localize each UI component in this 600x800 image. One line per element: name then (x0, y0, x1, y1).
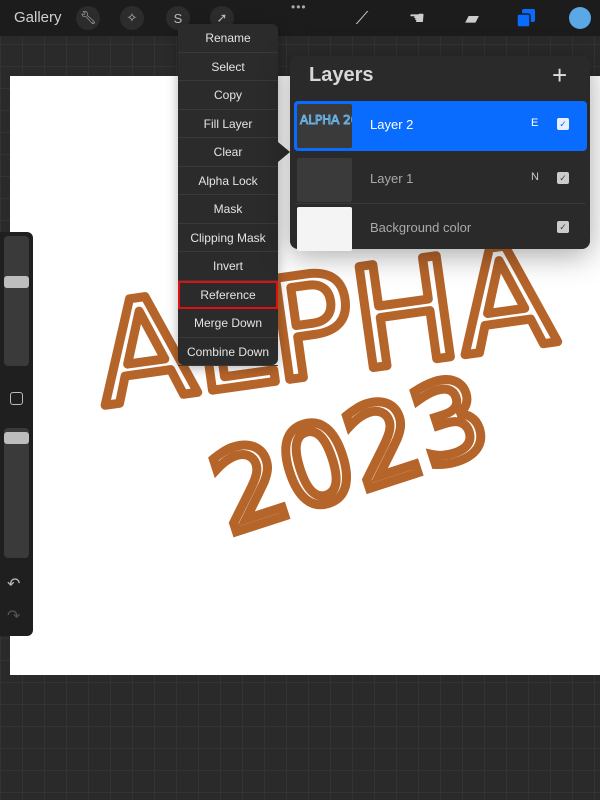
slider-thumb[interactable] (4, 276, 29, 288)
more-icon[interactable]: ••• (291, 0, 307, 14)
menu-item-mask[interactable]: Mask (178, 195, 278, 224)
layer-name: Layer 2 (370, 117, 414, 132)
menu-pointer (278, 142, 290, 162)
menu-item-combine-down[interactable]: Combine Down (178, 338, 278, 366)
menu-item-copy[interactable]: Copy (178, 81, 278, 110)
left-sidebar: ↶ ↷ (0, 232, 33, 636)
gallery-button[interactable]: Gallery (14, 9, 62, 26)
visibility-checkbox[interactable]: ✓ (557, 172, 569, 184)
menu-item-rename[interactable]: Rename (178, 24, 278, 53)
menu-item-select[interactable]: Select (178, 53, 278, 81)
wrench-icon[interactable]: 🔧︎ (76, 6, 100, 30)
layer-options-menu: Rename Select Copy Fill Layer Clear Alpha Loc… (178, 24, 278, 366)
layer-thumbnail (297, 158, 352, 202)
brush-size-slider[interactable] (4, 236, 29, 366)
smudge-icon[interactable]: ☚ (405, 6, 429, 30)
menu-item-invert[interactable]: Invert (178, 252, 278, 281)
menu-item-reference[interactable]: Reference (178, 280, 278, 309)
menu-item-merge-down[interactable]: Merge Down (178, 309, 278, 338)
undo-icon[interactable]: ↶ (7, 574, 20, 594)
layer-name: Layer 1 (370, 171, 414, 186)
layers-icon[interactable] (514, 6, 538, 30)
visibility-checkbox[interactable]: ✓ (557, 221, 569, 233)
layer-row-background[interactable]: Background color ✓ (294, 203, 587, 253)
layer-name: Background color (370, 220, 472, 235)
menu-item-clipping-mask[interactable]: Clipping Mask (178, 224, 278, 252)
layer-row-layer-1[interactable]: Layer 1 N ✓ (294, 155, 587, 205)
opacity-slider[interactable] (4, 428, 29, 558)
menu-item-alpha-lock[interactable]: Alpha Lock (178, 167, 278, 195)
layer-thumbnail: ALPHA 2023 (297, 104, 374, 148)
brush-icon[interactable]: ⟋ (350, 6, 374, 30)
svg-text:ALPHA 2023: ALPHA 2023 (300, 113, 352, 127)
redo-icon[interactable]: ↷ (7, 606, 20, 626)
slider-thumb[interactable] (4, 432, 29, 444)
blend-mode-button[interactable]: E (531, 117, 538, 129)
color-icon[interactable] (568, 6, 592, 30)
menu-item-fill-layer[interactable]: Fill Layer (178, 110, 278, 138)
eraser-icon[interactable]: ▰ (460, 6, 484, 30)
layer-row-layer-2[interactable]: ALPHA 2023 Layer 2 E ✓ (294, 101, 587, 151)
magic-wand-icon[interactable]: ✧ (120, 6, 144, 30)
layers-title: Layers (309, 64, 374, 86)
visibility-checkbox[interactable]: ✓ (557, 118, 569, 130)
layers-panel: Layers + ALPHA 2023 Layer 2 E ✓ Layer 1 … (290, 56, 590, 251)
modify-button[interactable] (10, 392, 23, 405)
layer-thumbnail (297, 207, 352, 251)
top-toolbar: Gallery 🔧︎ ✧ S ➚ ••• ⟋ ☚ ▰ (0, 0, 600, 36)
menu-item-clear[interactable]: Clear (178, 138, 278, 167)
add-layer-button[interactable]: + (552, 60, 567, 91)
blend-mode-button[interactable]: N (531, 171, 539, 183)
